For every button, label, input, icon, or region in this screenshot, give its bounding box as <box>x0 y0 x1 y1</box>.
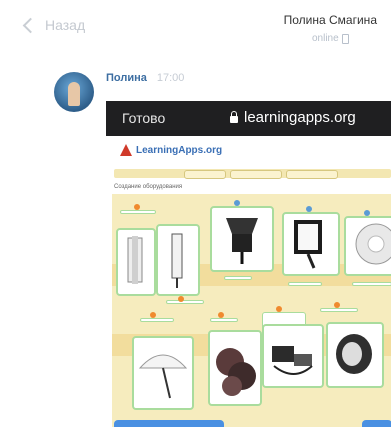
label-chip[interactable] <box>120 210 156 214</box>
label-chip[interactable] <box>140 318 174 322</box>
site-logo: LearningApps.org <box>120 144 222 156</box>
image-card[interactable] <box>116 228 156 296</box>
reflector-discs-image <box>216 348 256 396</box>
label-chip[interactable] <box>224 276 252 280</box>
sender-name[interactable]: Полина <box>106 72 147 84</box>
image-card[interactable] <box>262 324 324 388</box>
back-label: Назад <box>45 17 86 33</box>
connector-dot <box>218 312 224 318</box>
task-text: Создание оборудования <box>114 184 183 190</box>
url-display: learningapps.org <box>230 109 356 126</box>
menu-pill <box>184 170 226 179</box>
image-card[interactable] <box>282 212 340 276</box>
connector-dot <box>134 204 140 210</box>
learningapps-page: LearningApps.org Создание оборудования <box>106 136 391 427</box>
beauty-dish-image <box>355 223 391 265</box>
menu-pill <box>286 170 338 179</box>
image-card[interactable] <box>208 330 262 406</box>
connector-dot <box>276 306 282 312</box>
avatar[interactable] <box>54 72 94 112</box>
barndoor-image <box>226 218 258 264</box>
url-text: learningapps.org <box>244 109 356 126</box>
label-chip[interactable] <box>320 308 358 312</box>
menu-pill <box>230 170 282 179</box>
stripbox-image <box>171 233 183 288</box>
connector-dot <box>234 200 240 206</box>
logo-text: LearningApps.org <box>136 144 223 156</box>
message-header: Полина 17:00 <box>106 72 184 84</box>
phone-icon <box>341 33 349 44</box>
connector-dot <box>150 312 156 318</box>
lock-icon <box>230 111 238 123</box>
square-softbox-image <box>294 220 322 269</box>
message-image[interactable]: Готово learningapps.org LearningApps.org… <box>106 101 391 427</box>
chat-header: Назад Полина Смагина online <box>0 0 391 60</box>
status-text: online <box>311 33 339 44</box>
image-card[interactable] <box>326 322 384 388</box>
site-menu <box>114 169 391 179</box>
contact-status: online <box>284 33 377 44</box>
chevron-left-icon <box>22 17 39 33</box>
label-chip[interactable] <box>352 282 391 286</box>
matching-board <box>112 194 391 427</box>
label-chip[interactable] <box>210 318 238 322</box>
power-pack-image <box>272 346 313 375</box>
check-button[interactable] <box>114 420 224 427</box>
umbrella-image <box>138 354 188 399</box>
done-label: Готово <box>122 110 166 126</box>
label-chip[interactable] <box>288 282 322 286</box>
connector-dot <box>306 206 312 212</box>
image-card[interactable] <box>344 216 391 276</box>
secondary-button[interactable] <box>362 420 391 427</box>
softbox-image <box>127 236 143 284</box>
connector-dot <box>334 302 340 308</box>
contact-info[interactable]: Полина Смагина online <box>284 13 377 44</box>
contact-name: Полина Смагина <box>283 13 377 27</box>
connector-dot <box>364 210 370 216</box>
reflector-dish-image <box>336 334 372 374</box>
label-chip[interactable] <box>166 300 204 304</box>
image-card[interactable] <box>132 336 194 410</box>
message-time: 17:00 <box>156 72 185 84</box>
image-card[interactable] <box>156 224 200 296</box>
back-button[interactable]: Назад <box>22 17 86 33</box>
browser-bar: Готово learningapps.org <box>106 101 391 136</box>
connector-dot <box>178 296 184 302</box>
logo-icon <box>120 144 132 156</box>
image-card[interactable] <box>210 206 274 272</box>
